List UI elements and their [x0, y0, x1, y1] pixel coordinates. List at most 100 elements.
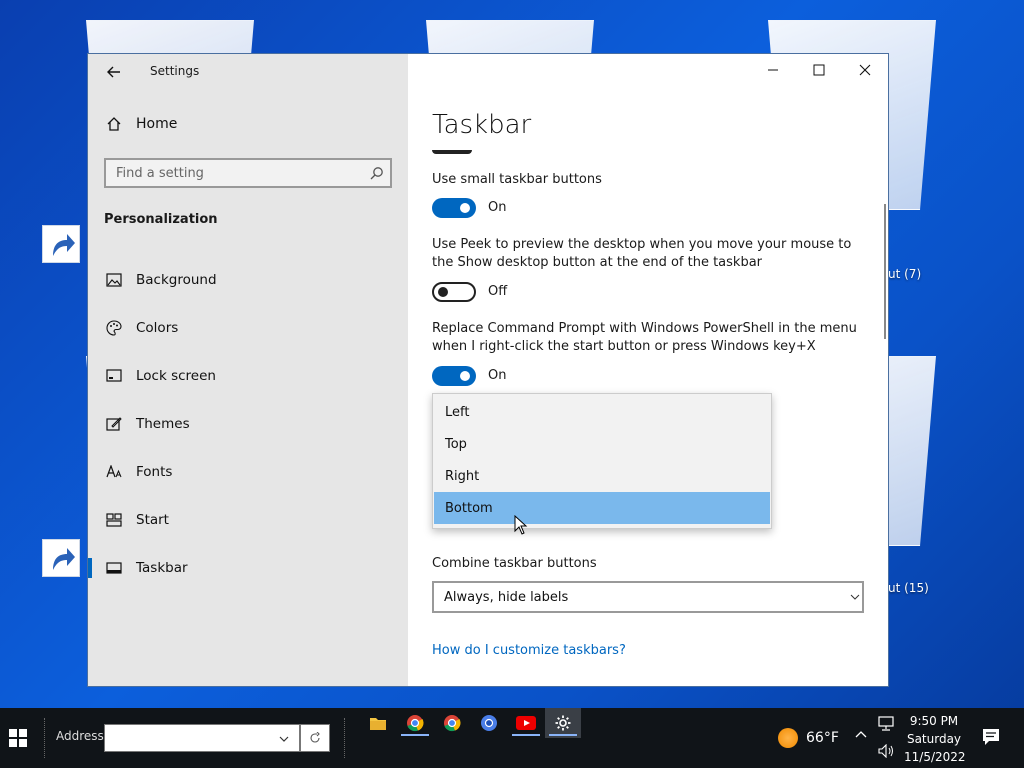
settings-gear-icon [555, 715, 571, 731]
combine-select[interactable]: Always, hide labels [432, 581, 864, 613]
app-title: Settings [150, 64, 200, 78]
dropdown-option-left[interactable]: Left [434, 396, 770, 428]
minimize-button[interactable] [750, 54, 796, 86]
taskbar-app-settings[interactable] [545, 708, 581, 738]
combine-label: Combine taskbar buttons [432, 556, 597, 571]
clock-day: Saturday [906, 732, 962, 746]
chrome-icon [481, 715, 497, 731]
lock-screen-icon [106, 368, 122, 384]
sidebar-item-label: Themes [136, 416, 190, 432]
address-box[interactable] [104, 724, 300, 752]
palette-icon [106, 320, 122, 336]
sidebar-item-taskbar[interactable]: Taskbar [88, 544, 408, 592]
volume-icon[interactable] [878, 744, 896, 758]
image-icon [106, 272, 122, 288]
sidebar-item-themes[interactable]: Themes [88, 400, 408, 448]
taskbar-app-youtube[interactable] [508, 708, 544, 738]
setting-label: Use small taskbar buttons [432, 172, 602, 187]
small-buttons-toggle[interactable] [432, 198, 476, 218]
sun-icon [778, 728, 798, 748]
chrome-icon [444, 715, 461, 732]
sidebar-item-label: Colors [136, 320, 179, 336]
desktop-icon-label: ut (15) [888, 581, 929, 595]
toolbar-separator [344, 718, 346, 758]
dropdown-option-bottom[interactable]: Bottom [434, 492, 770, 524]
close-icon [859, 64, 871, 76]
sidebar-item-home[interactable]: Home [106, 116, 177, 132]
themes-icon [106, 416, 122, 432]
settings-content: Taskbar Use small taskbar buttons On Use… [408, 54, 888, 686]
settings-window: Settings Home Personalization Background… [87, 53, 889, 687]
network-icon[interactable] [878, 716, 896, 732]
desktop-shortcut-icon[interactable] [42, 225, 80, 263]
address-label: Address [56, 729, 104, 743]
youtube-icon [516, 716, 536, 730]
taskbar-app-chrome[interactable] [434, 708, 470, 738]
chevron-up-icon[interactable] [854, 728, 868, 742]
settings-sidebar: Settings Home Personalization Background… [88, 54, 408, 686]
help-link[interactable]: How do I customize taskbars? [432, 643, 626, 658]
back-arrow-icon [107, 66, 120, 78]
taskbar-app-chrome[interactable] [397, 708, 433, 738]
taskbar: Address 66°F 9:50 PM Saturday 11/5/2022 [0, 708, 1024, 768]
back-button[interactable] [102, 60, 126, 84]
toolbar-separator [44, 718, 46, 758]
maximize-icon [813, 64, 825, 76]
dropdown-option-right[interactable]: Right [434, 460, 770, 492]
taskbar-app-chrome[interactable] [471, 708, 507, 738]
address-input[interactable] [105, 725, 275, 751]
fonts-icon [106, 464, 122, 480]
setting-label: Replace Command Prompt with Windows Powe… [432, 321, 857, 354]
dropdown-option-top[interactable]: Top [434, 428, 770, 460]
notification-icon[interactable] [982, 728, 1000, 746]
sidebar-item-label: Background [136, 272, 217, 288]
search-icon[interactable] [370, 166, 384, 180]
sidebar-nav: Background Colors Lock screen Themes Fon… [88, 256, 408, 592]
scrollbar[interactable] [884, 204, 886, 339]
sidebar-item-label: Start [136, 512, 169, 528]
toggle-state: Off [488, 284, 508, 299]
powershell-toggle[interactable] [432, 366, 476, 386]
weather-temp: 66°F [806, 730, 839, 746]
setting-label: Use Peek to preview the desktop when you… [432, 237, 852, 270]
close-button[interactable] [842, 54, 888, 86]
toggle-state: On [488, 368, 507, 383]
sidebar-item-fonts[interactable]: Fonts [88, 448, 408, 496]
taskbar-icon [106, 560, 122, 576]
desktop-icon-label: ut (7) [888, 267, 922, 281]
section-heading: Personalization [104, 212, 218, 227]
clock-time: 9:50 PM [909, 714, 959, 728]
minimize-icon [768, 69, 778, 71]
system-clock[interactable]: 9:50 PM Saturday 11/5/2022 [904, 712, 966, 766]
windows-logo-icon [9, 729, 27, 747]
chevron-down-icon [850, 594, 860, 600]
sidebar-item-lock-screen[interactable]: Lock screen [88, 352, 408, 400]
refresh-icon [310, 732, 320, 743]
address-refresh-button[interactable] [300, 724, 330, 752]
home-label: Home [136, 116, 178, 132]
search-input[interactable] [106, 160, 356, 186]
sidebar-item-background[interactable]: Background [88, 256, 408, 304]
search-box[interactable] [104, 158, 392, 188]
peek-toggle[interactable] [432, 282, 476, 302]
file-explorer-icon [370, 718, 386, 730]
page-title: Taskbar [432, 110, 532, 140]
sidebar-item-colors[interactable]: Colors [88, 304, 408, 352]
sidebar-item-start[interactable]: Start [88, 496, 408, 544]
taskbar-app-file-explorer[interactable] [360, 708, 396, 738]
weather-widget[interactable]: 66°F [778, 728, 839, 748]
sidebar-item-label: Taskbar [136, 560, 188, 576]
chrome-icon [407, 715, 424, 732]
maximize-button[interactable] [796, 54, 842, 86]
chevron-down-icon[interactable] [279, 734, 289, 744]
start-icon [106, 512, 122, 528]
desktop-shortcut-icon[interactable] [42, 539, 80, 577]
partial-toggle [432, 150, 472, 154]
start-button[interactable] [0, 708, 36, 768]
toggle-state: On [488, 200, 507, 215]
home-icon [107, 117, 121, 131]
window-controls [750, 54, 888, 86]
clock-date: 11/5/2022 [904, 750, 966, 764]
sidebar-item-label: Fonts [136, 464, 173, 480]
mouse-cursor-icon [514, 515, 528, 535]
